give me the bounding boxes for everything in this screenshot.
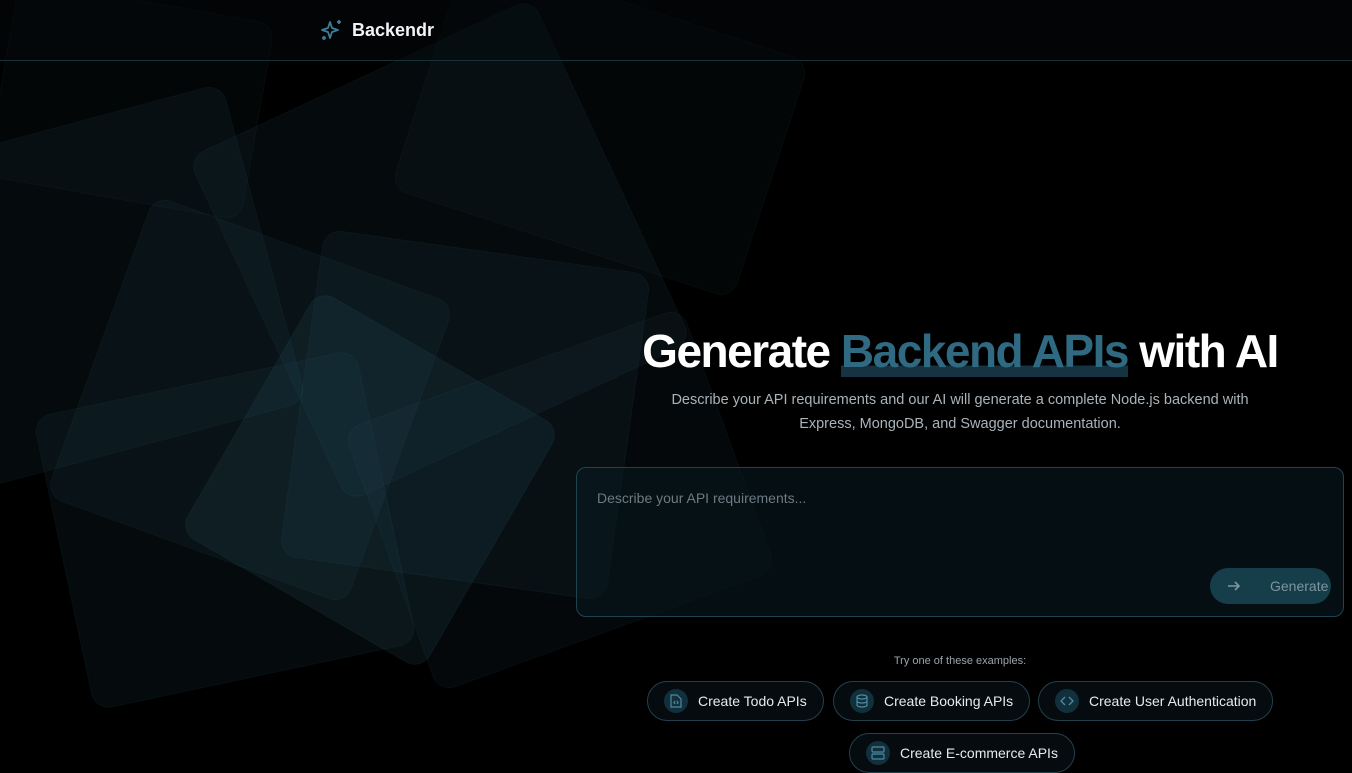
code-icon (1055, 689, 1079, 713)
prompt-input[interactable] (597, 490, 1317, 550)
brand-name: Backendr (352, 20, 434, 41)
example-todo-button[interactable]: Create Todo APIs (647, 681, 824, 721)
example-ecommerce-button[interactable]: Create E-commerce APIs (849, 733, 1075, 773)
prompt-box: Generate (576, 467, 1344, 617)
page-title: Generate Backend APIs with AI (576, 322, 1344, 380)
sparkles-icon (320, 18, 344, 42)
brand-logo[interactable]: Backendr (320, 18, 434, 42)
arrow-right-icon (1226, 578, 1242, 594)
header: Backendr (0, 0, 1352, 61)
example-booking-button[interactable]: Create Booking APIs (833, 681, 1030, 721)
example-auth-button[interactable]: Create User Authentication (1038, 681, 1273, 721)
server-icon (866, 741, 890, 765)
database-icon (850, 689, 874, 713)
hero: Generate Backend APIs with AI Describe y… (576, 322, 1344, 436)
subtitle: Describe your API requirements and our A… (576, 388, 1344, 436)
generate-button[interactable]: Generate (1210, 568, 1331, 604)
examples-label: Try one of these examples: (576, 655, 1344, 667)
file-code-icon (664, 689, 688, 713)
